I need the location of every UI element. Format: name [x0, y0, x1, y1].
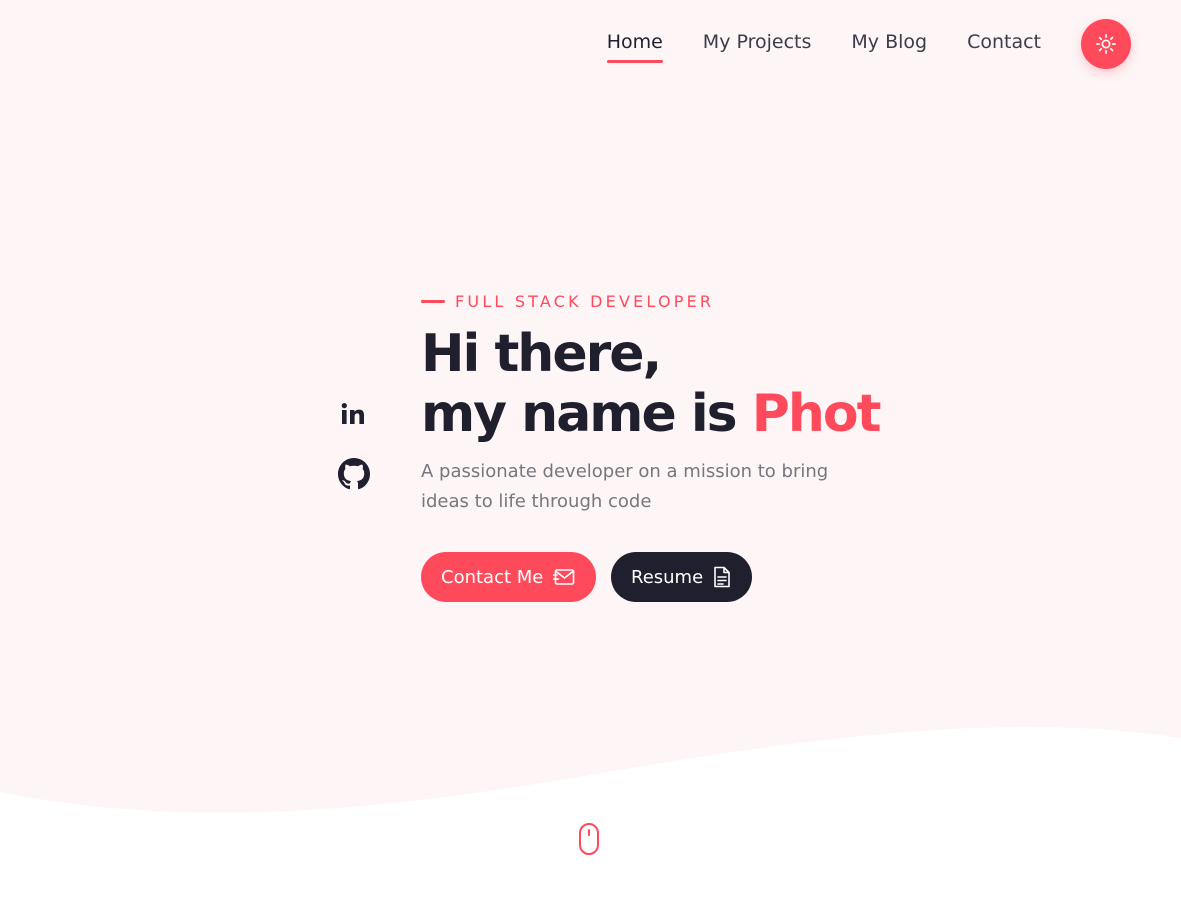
- headline-name: Phot: [751, 384, 882, 444]
- nav-item-my-projects[interactable]: My Projects: [703, 29, 812, 60]
- hero-buttons: Contact Me Resume: [421, 552, 981, 602]
- scroll-down-indicator[interactable]: [578, 823, 600, 855]
- sun-icon: [1096, 34, 1116, 54]
- nav-item-my-blog[interactable]: My Blog: [851, 29, 927, 60]
- linkedin-link[interactable]: [338, 400, 370, 432]
- github-icon: [338, 458, 370, 490]
- hero-subtitle: A passionate developer on a mission to b…: [421, 461, 829, 512]
- resume-button[interactable]: Resume: [611, 552, 752, 602]
- headline-prefix: my name is: [421, 384, 752, 444]
- theme-toggle-button[interactable]: [1081, 19, 1131, 69]
- document-icon: [714, 566, 730, 588]
- eyebrow-dash: [421, 299, 445, 303]
- headline-line-2: my name is Phot: [421, 384, 981, 444]
- role-eyebrow: FULL STACK DEVELOPER: [421, 287, 981, 315]
- nav-item-contact[interactable]: Contact: [967, 29, 1041, 60]
- hero-headline: Hi there, my name is Phot: [421, 324, 981, 444]
- contact-me-button[interactable]: Contact Me: [421, 552, 596, 602]
- top-nav: Home My Projects My Blog Contact: [0, 0, 1181, 88]
- mouse-icon: [579, 823, 599, 855]
- wave-divider: [0, 727, 1181, 917]
- github-link[interactable]: [338, 458, 370, 490]
- role-label: FULL STACK DEVELOPER: [455, 291, 715, 311]
- nav-links: Home My Projects My Blog Contact: [606, 29, 1041, 63]
- resume-label: Resume: [631, 566, 704, 588]
- contact-me-label: Contact Me: [441, 566, 544, 588]
- hero-section: FULL STACK DEVELOPER Hi there, my name i…: [421, 287, 981, 602]
- social-links: [338, 400, 370, 516]
- headline-line-1: Hi there,: [421, 324, 662, 384]
- linkedin-icon: [341, 403, 364, 424]
- nav-item-home[interactable]: Home: [606, 29, 663, 63]
- envelope-icon: [553, 569, 575, 585]
